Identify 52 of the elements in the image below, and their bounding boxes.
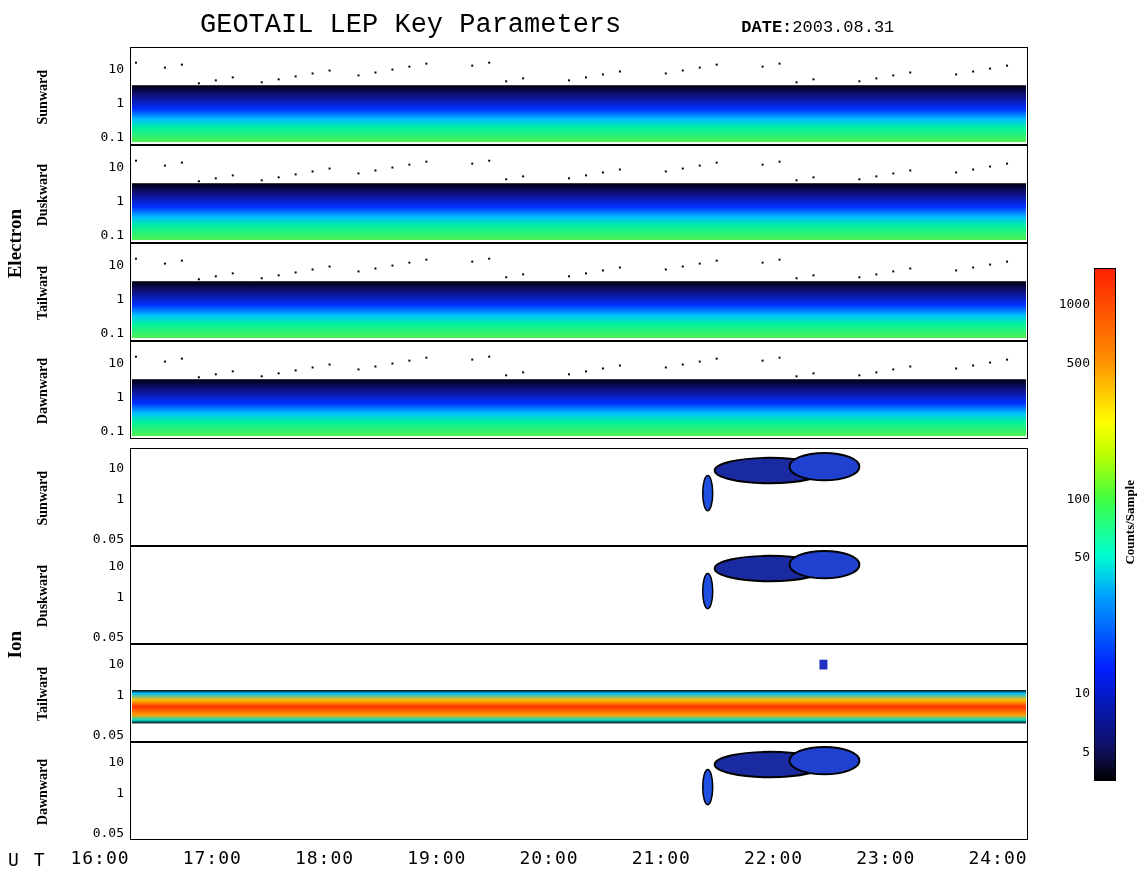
y-tick-label: 1 (116, 784, 124, 800)
y-tick-label: 10 (108, 655, 124, 671)
colorbar-tick-label: 10 (1074, 684, 1090, 700)
y-tick-label: 10 (108, 354, 124, 370)
x-tick-label: 20:00 (519, 847, 579, 868)
panel-label: Duskward (35, 163, 51, 227)
y-tick-label: 0.1 (100, 128, 124, 144)
y-tick-label: 10 (108, 753, 124, 769)
x-tick-label: 18:00 (294, 847, 355, 868)
y-tick-label: 10 (108, 158, 124, 174)
x-tick-label: 23:00 (856, 847, 916, 868)
colorbar-label: Counts/Sample (1122, 480, 1138, 565)
x-tick-label: 19:00 (407, 847, 467, 868)
y-tick-label: 0.05 (92, 824, 124, 840)
y-tick-label: 0.05 (92, 628, 124, 644)
colorbar-tick-label: 50 (1074, 548, 1090, 564)
y-tick-label: 1 (116, 588, 124, 604)
panel-label: Tailward (35, 667, 51, 721)
x-tick-label: 21:00 (631, 847, 691, 868)
y-tick-label: 0.1 (100, 422, 124, 438)
x-tick-label: 17:00 (182, 847, 242, 868)
colorbar-tick-label: 5 (1082, 743, 1090, 759)
y-tick-label: 1 (116, 490, 124, 506)
panel-label: Dawnward (35, 357, 51, 425)
y-tick-label: 1 (116, 686, 124, 702)
y-tick-label: 1 (116, 290, 124, 306)
panel-label: Duskward (35, 564, 51, 628)
y-tick-label: 10 (108, 60, 124, 76)
panel-label: Dawnward (35, 758, 51, 826)
y-tick-label: 10 (108, 459, 124, 475)
x-tick-label: 22:00 (743, 847, 804, 868)
chart-title: GEOTAIL LEP Key Parameters (200, 10, 622, 40)
x-tick-label: 16:00 (70, 847, 130, 868)
panel-label: Sunward (35, 470, 51, 526)
y-tick-label: 1 (116, 388, 124, 404)
x-tick-label: 24:00 (968, 847, 1028, 868)
y-tick-label: 0.1 (100, 226, 124, 242)
y-tick-label: 10 (108, 557, 124, 573)
y-tick-label: 0.05 (92, 530, 124, 546)
colorbar-tick-label: 500 (1066, 354, 1090, 370)
y-tick-label: 1 (116, 94, 124, 110)
y-tick-label: 0.1 (100, 324, 124, 340)
panel-label: Sunward (35, 69, 51, 125)
y-tick-label: 10 (108, 256, 124, 272)
panel-label: Tailward (35, 266, 51, 320)
y-tick-label: 0.05 (92, 726, 124, 742)
group-label: Electron (4, 209, 26, 279)
date-text: DATE:2003.08.31 (741, 18, 895, 37)
colorbar-tick-label: 100 (1066, 490, 1090, 506)
colorbar-tick-label: 1000 (1058, 295, 1090, 311)
y-tick-label: 1 (116, 192, 124, 208)
group-label: Ion (4, 631, 26, 659)
